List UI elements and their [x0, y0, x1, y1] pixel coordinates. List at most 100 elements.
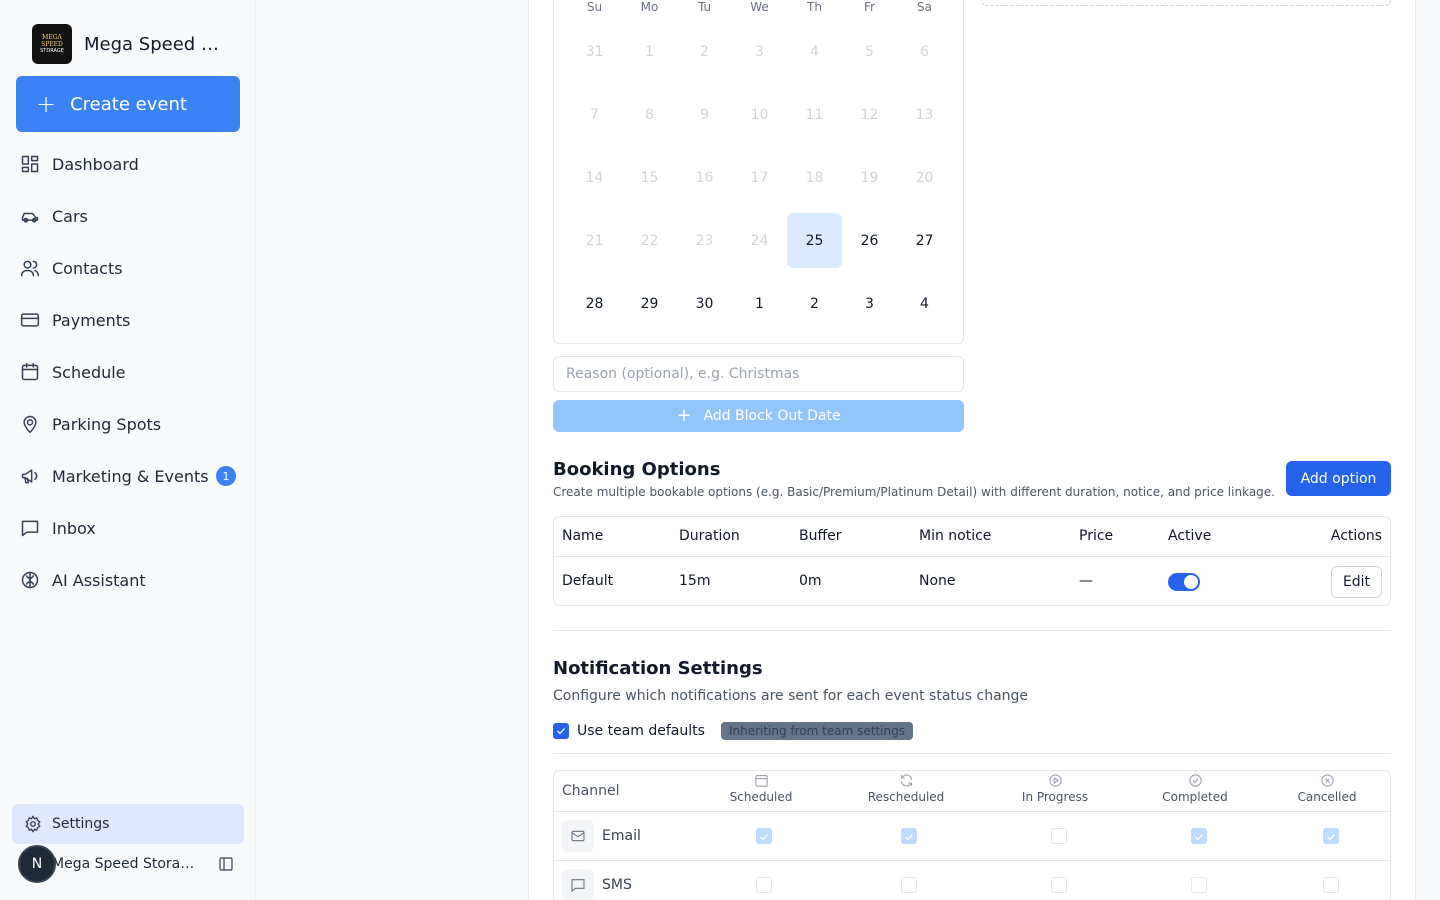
- sms-scheduled-checkbox[interactable]: [756, 877, 772, 893]
- sidebar-item-ai-assistant[interactable]: AI Assistant: [16, 554, 240, 606]
- user-name: Mega Speed Storag...: [52, 856, 202, 872]
- weekday-label: Su: [586, 0, 603, 14]
- table-row: Default 15m 0m None — Edit: [554, 562, 1390, 602]
- option-price: —: [1079, 573, 1093, 589]
- column-header: Name: [562, 528, 604, 544]
- create-event-button[interactable]: + Create event: [16, 76, 240, 132]
- sidebar-item-inbox[interactable]: Inbox: [16, 502, 240, 554]
- add-option-button[interactable]: Add option: [1286, 461, 1391, 496]
- sms-completed-checkbox[interactable]: [1191, 877, 1207, 893]
- calendar-day: 17: [750, 169, 769, 186]
- calendar-day: 9: [700, 106, 709, 123]
- email-scheduled-checkbox[interactable]: [756, 828, 772, 844]
- calendar-day: 14: [585, 169, 604, 186]
- calendar-day[interactable]: 4: [897, 276, 952, 331]
- calendar-day: 20: [915, 169, 934, 186]
- calendar-week: 21 22 23 24 25 26 27: [567, 209, 952, 272]
- use-team-defaults: Use team defaults Inheriting from team s…: [553, 722, 913, 740]
- sidebar-item-cars[interactable]: Cars: [16, 190, 240, 242]
- sidebar-toggle-icon[interactable]: [218, 856, 234, 872]
- calendar-icon: [21, 362, 39, 381]
- weekday-label: Sa: [917, 0, 932, 14]
- column-completed: Completed: [1135, 773, 1255, 804]
- check-icon: [557, 728, 565, 735]
- logo-text-top: MEGA SPEED: [41, 33, 63, 48]
- message-icon: [21, 520, 39, 537]
- calendar-day: 5: [865, 43, 874, 60]
- block-out-calendar: Su Mo Tu We Th Fr Sa 31 1 2 3 4 5 6 7 8 …: [553, 0, 964, 344]
- sms-cancelled-checkbox[interactable]: [1323, 877, 1339, 893]
- calendar-day[interactable]: 3: [842, 276, 897, 331]
- option-duration: 15m: [679, 573, 711, 589]
- calendar-day[interactable]: 2: [787, 276, 842, 331]
- table-row: SMS: [554, 861, 1390, 900]
- use-team-defaults-label: Use team defaults: [577, 723, 705, 739]
- table-row: Email: [554, 812, 1390, 861]
- sidebar: MEGA SPEED STORAGE Mega Speed St... + Cr…: [0, 0, 256, 900]
- sidebar-nav: Dashboard Cars Contacts Payments Schedul…: [16, 138, 240, 606]
- notification-badge: 1: [216, 466, 236, 486]
- credit-card-icon: [20, 313, 40, 327]
- calendar-day: 10: [750, 106, 769, 123]
- sidebar-item-contacts[interactable]: Contacts: [16, 242, 240, 294]
- calendar-day[interactable]: 1: [732, 276, 787, 331]
- calendar-day[interactable]: 26: [842, 213, 897, 268]
- user-menu[interactable]: N Mega Speed Storag...: [18, 844, 244, 884]
- brand[interactable]: MEGA SPEED STORAGE Mega Speed St...: [32, 24, 230, 64]
- use-team-defaults-checkbox[interactable]: [553, 723, 569, 739]
- email-rescheduled-checkbox[interactable]: [901, 828, 917, 844]
- sidebar-item-schedule[interactable]: Schedule: [16, 346, 240, 398]
- active-toggle[interactable]: [1168, 573, 1200, 591]
- calendar-day: 18: [805, 169, 824, 186]
- inheriting-badge: Inheriting from team settings: [720, 722, 913, 740]
- calendar-day: 15: [640, 169, 659, 186]
- gear-icon: [25, 815, 41, 833]
- channel-label: SMS: [602, 877, 632, 893]
- booking-options-title: Booking Options: [553, 459, 721, 480]
- calendar-day: 8: [645, 106, 654, 123]
- sidebar-item-marketing[interactable]: Marketing & Events 1: [16, 450, 240, 502]
- calendar-day[interactable]: 29: [622, 276, 677, 331]
- brand-name: Mega Speed St...: [84, 33, 230, 55]
- column-label: Scheduled: [729, 790, 793, 804]
- sidebar-item-dashboard[interactable]: Dashboard: [16, 138, 240, 190]
- sms-in-progress-checkbox[interactable]: [1051, 877, 1067, 893]
- email-completed-checkbox[interactable]: [1191, 828, 1207, 844]
- option-notice: None: [919, 573, 956, 589]
- edit-option-button[interactable]: Edit: [1331, 566, 1382, 598]
- calendar-day: 19: [860, 169, 879, 186]
- weekday-label: Tu: [697, 0, 712, 14]
- add-block-out-date-button[interactable]: + Add Block Out Date: [553, 400, 964, 432]
- calendar-day[interactable]: 27: [897, 213, 952, 268]
- table-header: Channel Scheduled Rescheduled In Progres…: [554, 771, 1390, 812]
- column-cancelled: Cancelled: [1267, 773, 1387, 804]
- calendar-grid: 31 1 2 3 4 5 6 7 8 9 10 11 12 13 14 15 1…: [567, 20, 952, 335]
- email-in-progress-checkbox[interactable]: [1051, 828, 1067, 844]
- sidebar-item-label: AI Assistant: [52, 570, 146, 590]
- settings-card: Su Mo Tu We Th Fr Sa 31 1 2 3 4 5 6 7 8 …: [528, 0, 1416, 900]
- reason-input[interactable]: [553, 356, 964, 392]
- create-event-label: Create event: [70, 93, 187, 115]
- weekday-label: Fr: [864, 0, 875, 14]
- channel-label: Email: [602, 828, 641, 844]
- x-circle-icon: [1320, 774, 1334, 787]
- notification-settings-title: Notification Settings: [553, 658, 763, 679]
- sidebar-item-label: Dashboard: [52, 154, 139, 174]
- sidebar-item-payments[interactable]: Payments: [16, 294, 240, 346]
- sidebar-item-parking-spots[interactable]: Parking Spots: [16, 398, 240, 450]
- email-cancelled-checkbox[interactable]: [1323, 828, 1339, 844]
- section-divider: [553, 630, 1391, 631]
- channel-header: Channel: [562, 783, 620, 799]
- weekday-label: Th: [807, 0, 822, 14]
- avatar[interactable]: N: [18, 845, 56, 883]
- megaphone-icon: [21, 469, 38, 484]
- calendar-day-selected[interactable]: 25: [787, 213, 842, 268]
- calendar-day: 22: [640, 232, 659, 249]
- sms-rescheduled-checkbox[interactable]: [901, 877, 917, 893]
- calendar-icon: [754, 774, 768, 787]
- sidebar-item-settings[interactable]: Settings: [12, 804, 244, 844]
- calendar-day[interactable]: 28: [567, 276, 622, 331]
- calendar-day[interactable]: 30: [677, 276, 732, 331]
- logo-text-bottom: STORAGE: [40, 47, 64, 54]
- calendar-day: 3: [755, 43, 764, 60]
